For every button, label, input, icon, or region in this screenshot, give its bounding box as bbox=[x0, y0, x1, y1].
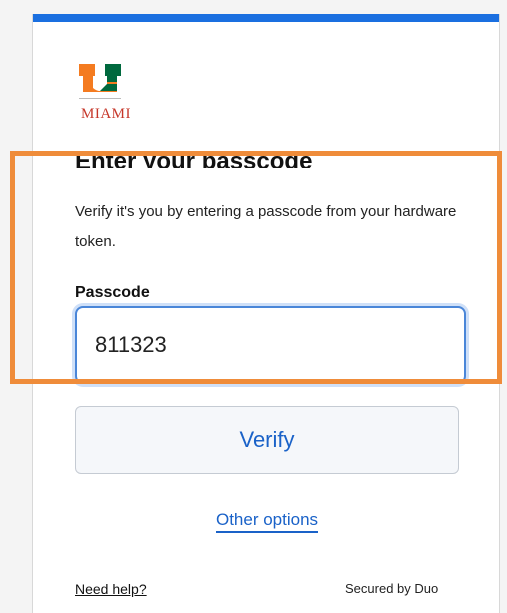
verify-button[interactable]: Verify bbox=[75, 406, 459, 474]
passcode-label: Passcode bbox=[75, 284, 150, 301]
need-help-link[interactable]: Need help? bbox=[75, 581, 147, 597]
page-description: Verify it's you by entering a passcode f… bbox=[75, 203, 457, 250]
secured-by-duo-text: Secured by Duo bbox=[345, 581, 439, 596]
accent-bar bbox=[33, 14, 499, 22]
login-card: MIAMI Enter your passcode Verify it's yo… bbox=[32, 14, 500, 613]
other-options-link[interactable]: Other options bbox=[215, 510, 319, 533]
passcode-input[interactable] bbox=[75, 306, 466, 384]
other-options-row: Other options bbox=[33, 510, 499, 533]
page-title: Enter your passcode bbox=[75, 148, 313, 168]
logo-wordmark: MIAMI bbox=[81, 106, 131, 122]
screen: MIAMI Enter your passcode Verify it's yo… bbox=[0, 0, 507, 613]
